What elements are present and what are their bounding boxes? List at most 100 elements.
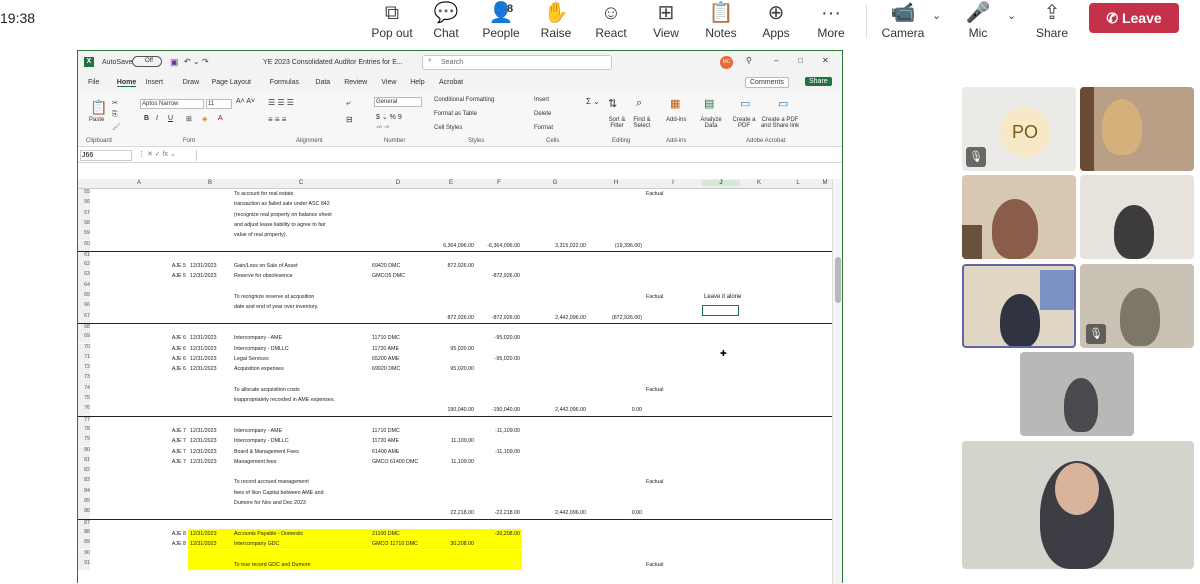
row-number[interactable]: 55 xyxy=(78,189,90,200)
react-button[interactable]: ☺ React xyxy=(581,0,641,48)
row-number[interactable]: 61 xyxy=(78,251,90,262)
row-number[interactable]: 69 xyxy=(78,333,90,344)
row-number[interactable]: 70 xyxy=(78,343,90,354)
cell-a[interactable]: AJE 7 xyxy=(90,426,186,436)
column-header-c[interactable]: C xyxy=(232,180,370,186)
column-header-d[interactable]: D xyxy=(370,180,426,186)
more-button[interactable]: ··· More xyxy=(801,0,861,48)
camera-button[interactable]: 📹 Camera xyxy=(873,0,933,48)
cell-b[interactable]: 12/31/2023 xyxy=(190,457,217,467)
search-input[interactable]: Search xyxy=(422,55,612,70)
menu-tab-page-layout[interactable]: Page Layout xyxy=(212,79,251,86)
row-number[interactable]: 71 xyxy=(78,353,90,365)
font-size-select[interactable]: 11 xyxy=(206,99,232,109)
cell-d[interactable]: 11720 AME xyxy=(372,344,399,354)
bold-icon[interactable]: B xyxy=(144,115,149,122)
create-pdf-button[interactable]: Create a PDF xyxy=(732,117,756,129)
row-number[interactable]: 75 xyxy=(78,395,90,406)
addins-icon[interactable]: ▦ xyxy=(670,97,680,110)
cell-g[interactable]: 2,442,096.00 xyxy=(522,405,586,415)
cell-c[interactable]: To recognize reserve at acqusition xyxy=(234,292,314,302)
view-button[interactable]: ⊞ View xyxy=(636,0,696,48)
cell-h[interactable]: 0.00 xyxy=(588,508,642,518)
row-number[interactable]: 57 xyxy=(78,209,90,220)
row-number[interactable]: 60 xyxy=(78,240,90,251)
cell-i[interactable]: Factual xyxy=(646,385,663,395)
cell-b[interactable]: 12/31/2023 xyxy=(190,344,217,354)
italic-icon[interactable]: I xyxy=(156,115,158,122)
pop-out-button[interactable]: ⧉ Pop out xyxy=(362,0,422,48)
cell-j[interactable]: Leave it alone xyxy=(704,292,741,302)
cell-c[interactable]: Acquisition expenses xyxy=(234,364,284,374)
cell-a[interactable]: AJE 6 xyxy=(90,344,186,354)
cell-e[interactable]: 95,020.00 xyxy=(426,364,474,374)
cell-c[interactable]: Intercompany - AME xyxy=(234,426,282,436)
cell-h[interactable]: (19,396.00) xyxy=(588,241,642,251)
menu-tab-data[interactable]: Data xyxy=(315,79,330,86)
column-header-f[interactable]: F xyxy=(476,180,522,186)
share-button[interactable]: ⇪ Share xyxy=(1022,0,1082,48)
create-pdf-icon[interactable]: ▭ xyxy=(740,97,750,110)
underline-icon[interactable]: U xyxy=(168,115,173,122)
row-number[interactable]: 85 xyxy=(78,498,90,509)
row-number[interactable]: 86 xyxy=(78,508,90,519)
cell-b[interactable]: 12/31/2023 xyxy=(190,529,217,539)
cell-d[interactable]: 65200 AME xyxy=(372,354,399,364)
row-number[interactable]: 91 xyxy=(78,559,90,571)
cell-f[interactable]: -11,109.00 xyxy=(476,426,520,436)
cell-a[interactable]: AJE 6 xyxy=(90,364,186,374)
menu-tab-draw[interactable]: Draw xyxy=(183,79,199,86)
cell-d[interactable]: 11710 DMC xyxy=(372,426,400,436)
row-number[interactable]: 87 xyxy=(78,519,90,529)
cell-c[interactable]: Dumore for Nov and Dec 2023 xyxy=(234,498,306,508)
column-header-i[interactable]: I xyxy=(644,180,702,186)
cell-a[interactable]: AJE 8 xyxy=(90,539,186,549)
wrap-text-icon[interactable]: ⤶ xyxy=(346,98,350,108)
create-share-icon[interactable]: ▭ xyxy=(778,97,788,110)
cell-b[interactable]: 12/31/2023 xyxy=(190,426,217,436)
conditional-formatting-button[interactable]: Conditional Formatting xyxy=(434,97,494,103)
cell-a[interactable]: AJE 6 xyxy=(90,333,186,343)
row-number[interactable]: 90 xyxy=(78,549,90,560)
cell-f[interactable]: -190,040.00 xyxy=(476,405,520,415)
cell-f[interactable]: -6,364,096.00 xyxy=(476,241,520,251)
people-button[interactable]: 👤 8 People xyxy=(471,0,531,48)
cell-h[interactable]: (872,926.00) xyxy=(588,313,642,323)
designer-icon[interactable]: ⚲ xyxy=(746,56,752,65)
cell-c[interactable]: (recognize real property on balance shee… xyxy=(234,210,332,220)
row-number[interactable]: 72 xyxy=(78,364,90,375)
row-number[interactable]: 73 xyxy=(78,374,90,385)
grow-font-icon[interactable]: A˄ A˅ xyxy=(236,98,255,105)
cell-f[interactable]: -30,208.00 xyxy=(476,529,520,539)
create-pdf-share-button[interactable]: Create a PDF and Share link xyxy=(758,117,802,129)
addins-button[interactable]: Add-ins xyxy=(666,117,686,123)
raise-button[interactable]: ✋ Raise xyxy=(526,0,586,48)
cell-c[interactable]: To record accrued management xyxy=(234,477,309,487)
cell-e[interactable]: 872,926.00 xyxy=(426,313,474,323)
delete-cells-button[interactable]: Delete xyxy=(534,111,551,117)
cell-e[interactable]: 30,208.00 xyxy=(426,539,474,549)
cell-c[interactable]: To account for real estate xyxy=(234,189,293,199)
participant-tile-4[interactable] xyxy=(1080,175,1194,259)
participant-tile-8[interactable] xyxy=(962,441,1194,569)
cell-a[interactable]: AJE 7 xyxy=(90,436,186,446)
cell-i[interactable]: Factual xyxy=(646,560,663,570)
menu-tab-file[interactable]: File xyxy=(88,79,99,86)
participant-tile-active[interactable] xyxy=(962,264,1076,348)
cell-c[interactable]: To true record GDC and Dumore xyxy=(234,560,311,570)
cell-f[interactable]: -95,020.00 xyxy=(476,333,520,343)
analyze-data-icon[interactable]: ▤ xyxy=(704,97,714,110)
cell-g[interactable]: 2,442,096.00 xyxy=(522,508,586,518)
cell-b[interactable]: 12/31/2023 xyxy=(190,447,217,457)
row-number[interactable]: 74 xyxy=(78,384,90,395)
column-header-a[interactable]: A xyxy=(90,180,188,186)
cell-g[interactable]: 2,442,096.00 xyxy=(522,313,586,323)
cut-icon[interactable]: ✂ xyxy=(112,99,118,107)
cell-e[interactable]: 22,218.00 xyxy=(426,508,474,518)
minimize-icon[interactable]: – xyxy=(774,56,778,65)
number-format-select[interactable]: General xyxy=(374,97,422,107)
cell-c[interactable]: Reserve for obsolesence xyxy=(234,271,293,281)
cell-c[interactable]: Intercompany GDC xyxy=(234,539,279,549)
cell-c[interactable]: Gain/Loss on Sale of Asset xyxy=(234,261,298,271)
fill-color-icon[interactable]: ◈ xyxy=(202,115,207,123)
